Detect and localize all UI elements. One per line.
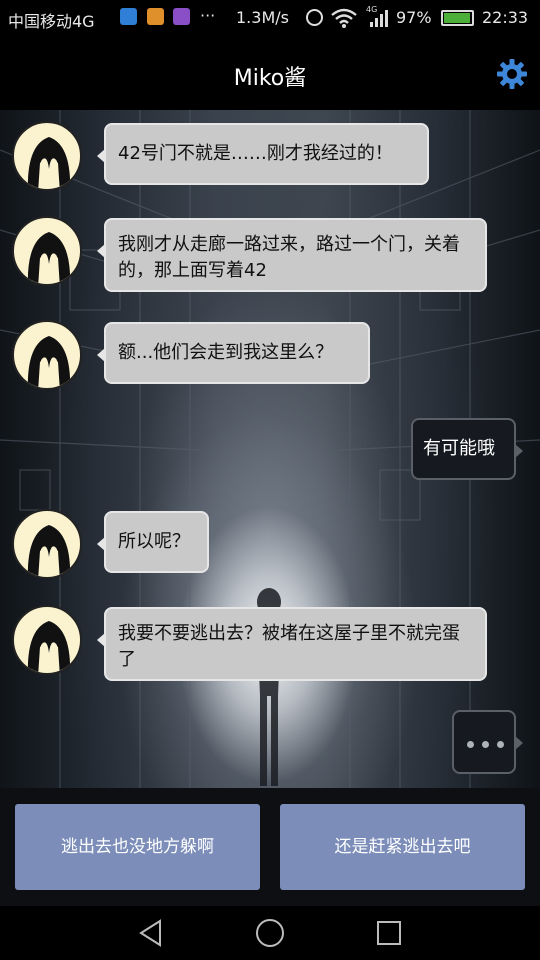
status-bar: 中国移动4G ··· 1.3M/s 4G 97% 22:33 [0,0,540,36]
npc-message-bubble: 我要不要逃出去？被堵在这屋子里不就完蛋了 [97,607,487,681]
npc-message-bubble: 我刚才从走廊一路过来，路过一个门，关着的，那上面写着42 [97,218,487,292]
clock: 22:33 [482,8,529,27]
carrier-label: 中国移动4G [8,12,95,31]
npc-message-bubble: 额...他们会走到我这里么？ [97,322,370,384]
message-text: 所以呢？ [118,531,190,552]
home-circle-icon[interactable] [254,918,286,948]
system-nav-bar [0,906,540,960]
signal-icon: 4G [366,5,388,27]
avatar [12,605,82,675]
reply-choice-bar: 逃出去也没地方躲啊 还是赶紧逃出去吧 [0,788,540,906]
npc-message-bubble: 42号门不就是……刚才我经过的！ [97,123,429,185]
npc-message-bubble: 所以呢？ [97,511,209,573]
gear-icon[interactable] [496,58,528,90]
battery-percent: 97% [396,8,432,27]
message-text: 我要不要逃出去？被堵在这屋子里不就完蛋了 [118,623,460,670]
typing-dot [482,741,489,748]
message-text: 42号门不就是……刚才我经过的！ [118,143,393,164]
typing-indicator [452,710,523,774]
message-text: 我刚才从走廊一路过来，路过一个门，关着的，那上面写着42 [118,234,460,281]
alarm-icon [306,9,323,26]
avatar [12,320,82,390]
message-text: 额...他们会走到我这里么？ [118,342,334,363]
chat-title: Miko酱 [233,66,307,91]
more-notifications-indicator: ··· [200,6,216,25]
app-notification-icon [173,8,190,25]
reply-choice-button[interactable]: 还是赶紧逃出去吧 [280,804,525,890]
battery-icon [441,10,474,26]
app-notification-icon [120,8,137,25]
reply-choice-button[interactable]: 逃出去也没地方躲啊 [15,804,260,890]
avatar [12,216,82,286]
message-text: 有可能哦 [423,438,495,459]
avatar [12,121,82,191]
title-bar: Miko酱 [0,36,540,110]
recents-square-icon[interactable] [374,918,404,948]
player-message-bubble: 有可能哦 [411,418,523,480]
app-notification-icon [147,8,164,25]
wifi-icon [331,8,357,28]
typing-dot [497,741,504,748]
typing-dot [467,741,474,748]
network-speed: 1.3M/s [236,8,289,27]
back-triangle-icon[interactable] [136,918,166,948]
network-type: 4G [366,5,377,14]
avatar [12,509,82,579]
